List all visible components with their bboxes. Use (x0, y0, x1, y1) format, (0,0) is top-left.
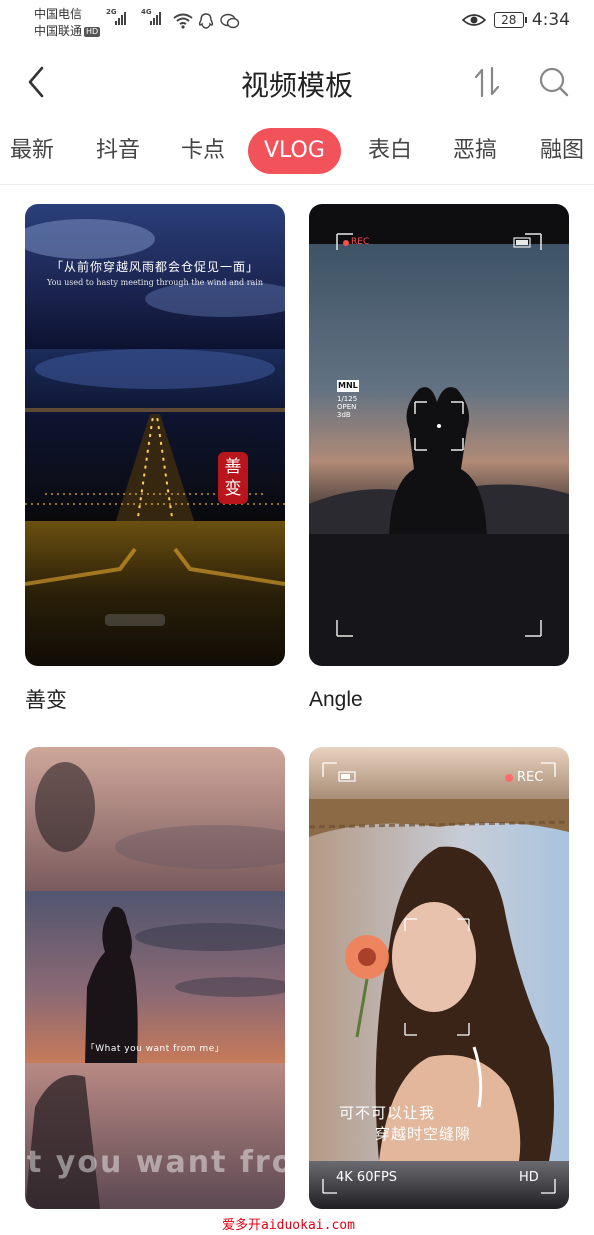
template-card-time-gap[interactable]: REC 可不可以让我 穿越时空缝隙 4K 60FPS HD (309, 747, 569, 1209)
tab-blend[interactable]: 融图 (540, 128, 584, 174)
template-card-angle[interactable]: REC MNL 1/125 OPEN 3dB Angle (309, 204, 569, 724)
template-card-shanbian[interactable]: 「从前你穿越风雨都会仓促见一面」 You used to hasty meeti… (25, 204, 285, 724)
signal-icon-1: 2G (106, 8, 126, 25)
network-type-1: 2G (106, 8, 117, 16)
rec-indicator: REC (517, 770, 544, 785)
tab-spoof[interactable]: 恶搞 (453, 128, 497, 174)
search-icon (539, 67, 569, 97)
site-watermark: 爱多开aiduokai.com (222, 1218, 355, 1233)
carrier-1-label: 中国电信 (34, 7, 83, 21)
tab-beat[interactable]: 卡点 (181, 128, 225, 174)
eye-icon (461, 14, 486, 26)
template-name: Angle (309, 688, 363, 711)
wifi-icon (173, 13, 193, 29)
thumbnail-image-silhouette (309, 204, 569, 666)
template-name: 善变 (25, 688, 67, 712)
quote-cn: 「从前你穿越风雨都会仓促见一面」 (50, 260, 259, 274)
format-label: 4K 60FPS (336, 1170, 398, 1185)
sort-icon (474, 66, 500, 98)
shutter-label: 1/125 (337, 395, 358, 403)
aperture-label: OPEN (337, 403, 357, 411)
category-tabs: 最新 抖音 卡点 VLOG 表白 恶搞 融图 (0, 128, 594, 178)
template-thumbnail: 「What you want from me」 t you want from (25, 747, 285, 1209)
carrier-2-name: 中国联通 (34, 24, 83, 38)
thumbnail-image-sunset-woman (25, 747, 285, 1209)
battery-icon: 28 (493, 12, 527, 28)
signal-icon-2: 4G (141, 8, 161, 25)
wechat-icon (220, 13, 240, 29)
template-thumbnail: REC MNL 1/125 OPEN 3dB (309, 204, 569, 666)
big-blur-text: t you want from (27, 1145, 285, 1180)
clock: 4:34 (531, 10, 570, 30)
network-type-2: 4G (141, 8, 152, 16)
gain-label: 3dB (337, 411, 351, 419)
tab-latest[interactable]: 最新 (10, 128, 54, 174)
caption-text: 「What you want from me」 (85, 1044, 225, 1054)
mode-label: MNL (338, 381, 358, 390)
seal-text: 善变 (224, 457, 242, 499)
template-thumbnail: REC 可不可以让我 穿越时空缝隙 4K 60FPS HD (309, 747, 569, 1209)
status-right: 28 4:34 (461, 10, 570, 30)
sort-button[interactable] (468, 62, 508, 102)
title-bar: 视频模板 (0, 52, 594, 112)
qq-icon (198, 13, 214, 29)
quote-en: You used to hasty meeting through the wi… (46, 278, 263, 287)
template-thumbnail: 「从前你穿越风雨都会仓促见一面」 You used to hasty meeti… (25, 204, 285, 666)
hd-badge: HD (84, 26, 101, 37)
tabs-divider (0, 184, 594, 185)
quality-label: HD (519, 1170, 539, 1185)
search-button[interactable] (534, 62, 574, 102)
status-bar: 中国电信 中国联通 HD 2G 4G 28 4:34 (0, 0, 594, 44)
poem-line-1: 可不可以让我 (339, 1104, 436, 1122)
tab-douyin[interactable]: 抖音 (96, 128, 140, 174)
tab-confession[interactable]: 表白 (368, 128, 412, 174)
poem-line-2: 穿越时空缝隙 (375, 1125, 472, 1143)
carrier-2-label: 中国联通 HD (34, 24, 101, 38)
tab-vlog[interactable]: VLOG (248, 128, 341, 174)
rec-indicator: REC (351, 237, 370, 247)
template-card-what-you-want[interactable]: 「What you want from me」 t you want from (25, 747, 285, 1209)
